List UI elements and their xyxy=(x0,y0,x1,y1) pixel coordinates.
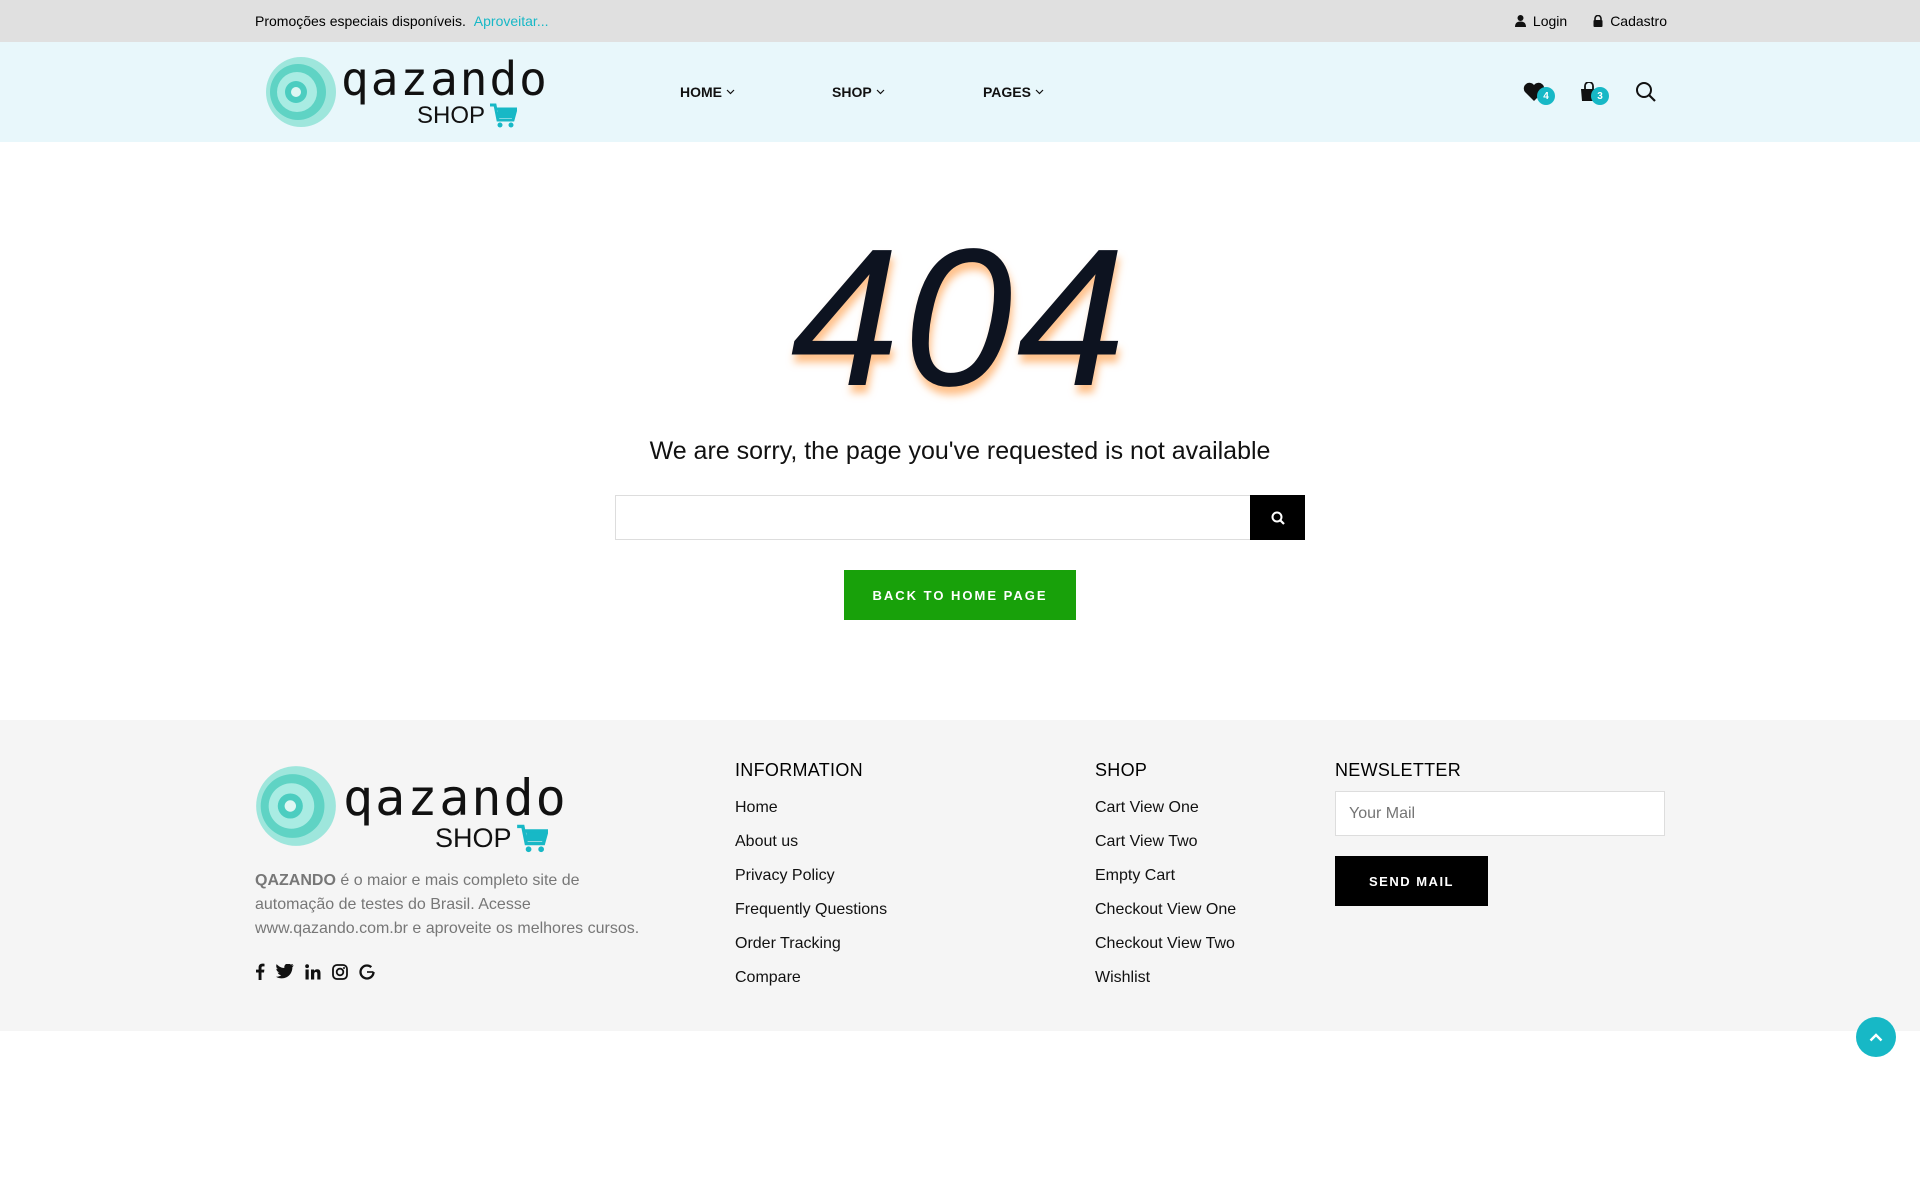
login-label: Login xyxy=(1532,13,1568,29)
chevron-down-icon xyxy=(876,89,885,95)
footer-link-faq[interactable]: Frequently Questions xyxy=(735,893,887,927)
error-code: 404 xyxy=(790,208,1130,427)
social-links xyxy=(255,963,375,980)
footer-brand: QAZANDO xyxy=(255,872,336,889)
main-header: qazando SHOP HOME SHOP PAGES 4 3 xyxy=(0,42,1920,142)
nav-shop[interactable]: SHOP xyxy=(832,84,983,100)
logo-name: qazando xyxy=(341,52,549,106)
nav-shop-label: SHOP xyxy=(832,84,872,100)
newsletter-email-input[interactable] xyxy=(1335,791,1665,836)
nav-home-label: HOME xyxy=(680,84,722,100)
site-logo[interactable]: qazando SHOP xyxy=(265,52,547,132)
logo-sub-text: SHOP xyxy=(417,102,486,129)
wishlist-count-badge: 4 xyxy=(1537,87,1555,105)
promo-message: Promoções especiais disponíveis. Aprovei… xyxy=(255,13,548,29)
footer-shop: SHOP Cart View One Cart View Two Empty C… xyxy=(1095,760,1236,995)
footer-link-order-tracking[interactable]: Order Tracking xyxy=(735,927,887,961)
error-message: We are sorry, the page you've requested … xyxy=(649,437,1271,465)
footer-logo-name: qazando xyxy=(343,769,568,827)
footer-link-compare[interactable]: Compare xyxy=(735,961,887,995)
login-link[interactable]: Login xyxy=(1514,13,1568,29)
footer-logo-sub-text: SHOP xyxy=(435,823,512,853)
signup-link[interactable]: Cadastro xyxy=(1593,13,1667,29)
google-icon[interactable] xyxy=(359,963,375,980)
footer-logo-sub: SHOP xyxy=(435,823,548,854)
nav-home[interactable]: HOME xyxy=(680,84,832,100)
send-mail-button[interactable]: SEND MAIL xyxy=(1335,856,1488,906)
promo-link[interactable]: Aproveitar... xyxy=(474,13,549,29)
instagram-icon[interactable] xyxy=(332,963,348,980)
scroll-to-top-button[interactable] xyxy=(1856,1017,1896,1057)
search-icon xyxy=(1271,511,1285,525)
footer-information: INFORMATION Home About us Privacy Policy… xyxy=(735,760,887,995)
cart-count-badge: 3 xyxy=(1591,87,1609,105)
footer-logo[interactable]: qazando SHOP xyxy=(255,765,566,855)
signup-label: Cadastro xyxy=(1610,13,1667,29)
lock-icon xyxy=(1593,15,1603,27)
search-form xyxy=(615,495,1305,540)
facebook-icon[interactable] xyxy=(255,963,265,980)
shop-heading: SHOP xyxy=(1095,760,1148,780)
cart-logo-icon xyxy=(516,824,548,852)
information-heading: INFORMATION xyxy=(735,760,863,780)
logo-disc-icon xyxy=(266,57,336,127)
site-footer: qazando SHOP QAZANDO é o maior e mais co… xyxy=(0,720,1920,1031)
main-nav: HOME SHOP PAGES xyxy=(680,84,1044,100)
promo-text: Promoções especiais disponíveis. xyxy=(255,13,466,29)
footer-newsletter: NEWSLETTER SEND MAIL xyxy=(1335,760,1665,906)
footer-link-cart-one[interactable]: Cart View One xyxy=(1095,791,1236,825)
nav-pages[interactable]: PAGES xyxy=(983,84,1044,100)
cart-logo-icon xyxy=(490,103,518,128)
twitter-icon[interactable] xyxy=(276,964,294,979)
footer-link-about[interactable]: About us xyxy=(735,825,887,859)
footer-link-home[interactable]: Home xyxy=(735,791,887,825)
footer-description: QAZANDO é o maior e mais completo site d… xyxy=(255,869,655,941)
user-icon xyxy=(1514,15,1526,27)
linkedin-icon[interactable] xyxy=(305,963,321,980)
cart-button[interactable]: 3 xyxy=(1579,82,1609,105)
search-icon xyxy=(1636,82,1656,102)
search-input[interactable] xyxy=(615,495,1250,540)
newsletter-heading: NEWSLETTER xyxy=(1335,760,1462,780)
nav-pages-label: PAGES xyxy=(983,84,1031,100)
footer-link-checkout-two[interactable]: Checkout View Two xyxy=(1095,927,1236,961)
chevron-down-icon xyxy=(726,89,735,95)
footer-link-empty-cart[interactable]: Empty Cart xyxy=(1095,859,1236,893)
top-bar: Promoções especiais disponíveis. Aprovei… xyxy=(0,0,1920,42)
footer-link-wishlist[interactable]: Wishlist xyxy=(1095,961,1236,995)
footer-link-privacy[interactable]: Privacy Policy xyxy=(735,859,887,893)
logo-sub: SHOP xyxy=(417,102,518,130)
footer-link-checkout-one[interactable]: Checkout View One xyxy=(1095,893,1236,927)
chevron-down-icon xyxy=(1035,89,1044,95)
logo-disc-icon xyxy=(256,766,336,846)
search-button[interactable] xyxy=(1635,81,1657,103)
footer-link-cart-two[interactable]: Cart View Two xyxy=(1095,825,1236,859)
wishlist-button[interactable]: 4 xyxy=(1523,82,1555,105)
search-submit-button[interactable] xyxy=(1250,495,1305,540)
back-to-home-button[interactable]: BACK TO HOME PAGE xyxy=(844,570,1076,620)
chevron-up-icon xyxy=(1869,1032,1883,1041)
